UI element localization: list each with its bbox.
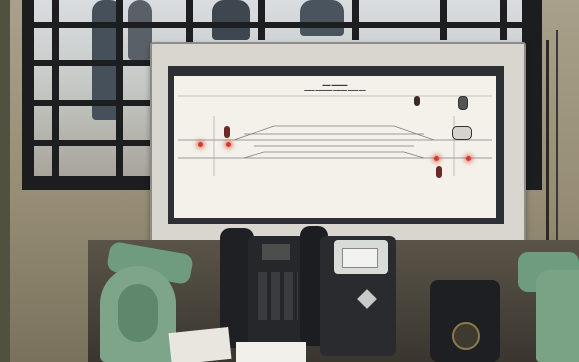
svg-text:▬▬▬ ▬▬▬▬▬ ▬▬▬▬ ▬▬▬ ▬▬: ▬▬▬ ▬▬▬▬▬ ▬▬▬▬ ▬▬▬ ▬▬ xyxy=(304,88,366,92)
route-button xyxy=(452,126,472,140)
window-bar xyxy=(500,0,507,40)
signal-lever xyxy=(414,96,420,106)
svg-text:▬▬ ▬▬▬▬: ▬▬ ▬▬▬▬ xyxy=(322,82,347,87)
signal-lever xyxy=(224,126,230,138)
signal-lamp-icon xyxy=(434,156,439,161)
window-bar xyxy=(352,0,359,40)
window-bar xyxy=(34,22,522,28)
window-bar xyxy=(34,60,154,66)
rotary-dial xyxy=(452,322,480,350)
signal-cabin-photo: ▬▬ ▬▬▬▬ ▬▬▬ ▬▬▬▬▬ ▬▬▬▬ ▬▬▬ ▬▬ xyxy=(0,0,579,362)
window-bar xyxy=(34,140,154,146)
signal-lamp-icon xyxy=(226,142,231,147)
left-wall-edge xyxy=(0,0,10,362)
window-bar xyxy=(34,100,154,106)
signal-lever xyxy=(458,96,468,110)
cable xyxy=(556,30,558,250)
signal-lamp-icon xyxy=(466,156,471,161)
cable xyxy=(546,40,549,240)
person-silhouette xyxy=(128,0,152,60)
person-silhouette xyxy=(212,0,250,40)
signal-lever xyxy=(436,166,442,178)
telephone-icon xyxy=(536,270,579,362)
keypad xyxy=(258,272,298,320)
phone-display xyxy=(262,244,290,260)
window-bar xyxy=(258,0,265,40)
phone-earpiece xyxy=(118,284,158,342)
window-bar xyxy=(440,0,447,40)
signal-lamp-icon xyxy=(198,142,203,147)
papers xyxy=(168,326,232,362)
board-face: ▬▬ ▬▬▬▬ ▬▬▬ ▬▬▬▬▬ ▬▬▬▬ ▬▬▬ ▬▬ xyxy=(174,76,496,218)
track-layout: ▬▬ ▬▬▬▬ ▬▬▬ ▬▬▬▬▬ ▬▬▬▬ ▬▬▬ ▬▬ xyxy=(178,82,492,176)
phone-screen xyxy=(342,248,378,268)
papers xyxy=(236,342,306,362)
person-silhouette xyxy=(300,0,344,36)
